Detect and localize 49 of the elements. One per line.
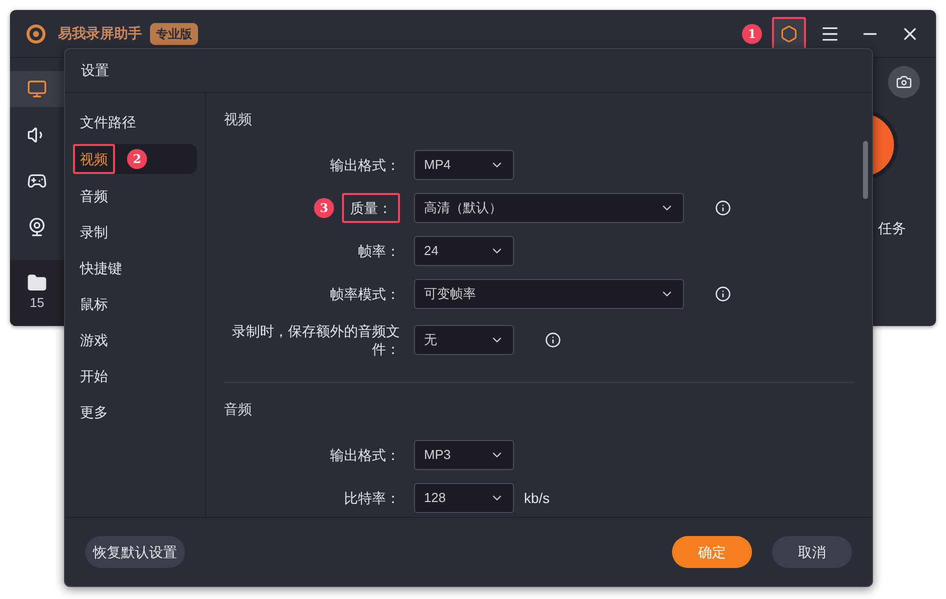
info-icon[interactable] [715, 200, 731, 216]
camera-button[interactable] [888, 66, 920, 98]
webcam-icon [27, 217, 47, 237]
app-title: 易我录屏助手 [58, 24, 142, 43]
dropdown-select[interactable]: 高清（默认） [414, 193, 684, 223]
cancel-button[interactable]: 取消 [772, 536, 852, 568]
hexagon-icon [780, 24, 798, 42]
settings-nav-item[interactable]: 更多 [73, 398, 197, 426]
section-title: 视频 [224, 110, 253, 129]
task-link[interactable]: 任务 [878, 218, 906, 239]
dropdown-select[interactable]: 24 [414, 236, 514, 266]
reset-defaults-button[interactable]: 恢复默认设置 [85, 536, 185, 568]
step-marker: 2 [127, 149, 147, 169]
folder-icon[interactable] [27, 273, 47, 294]
field-label: 输出格式： [330, 446, 400, 464]
settings-nav-item[interactable]: 文件路径 [73, 108, 197, 136]
info-icon[interactable] [715, 286, 731, 302]
settings-nav-item[interactable]: 音频 [73, 182, 197, 210]
scrollbar-thumb[interactable] [863, 141, 868, 199]
file-count: 15 [30, 294, 44, 312]
logo-icon [26, 24, 46, 44]
settings-nav-item[interactable]: 开始 [73, 362, 197, 390]
field-label: 输出格式： [330, 156, 400, 174]
info-icon[interactable] [545, 332, 561, 348]
field-label: 比特率： [344, 489, 400, 507]
section-title: 音频 [224, 400, 253, 419]
dropdown-select[interactable]: MP3 [414, 440, 514, 470]
field-label: 录制时，保存额外的音频文件： [231, 322, 400, 358]
step-marker: 3 [314, 198, 334, 218]
settings-button[interactable] [772, 16, 806, 50]
edition-badge: 专业版 [150, 22, 198, 44]
field-label: 帧率： [358, 242, 400, 260]
dropdown-select[interactable]: 可变帧率 [414, 279, 684, 309]
rail-tab[interactable] [10, 71, 64, 107]
settings-nav-item[interactable]: 游戏 [73, 326, 197, 354]
unit-label: kb/s [524, 488, 550, 508]
settings-nav-item[interactable]: 视频 2 [73, 144, 197, 174]
step-marker: 1 [742, 24, 762, 44]
settings-nav-item[interactable]: 录制 [73, 218, 197, 246]
dropdown-select[interactable]: 无 [414, 325, 514, 355]
settings-nav-item[interactable]: 快捷键 [73, 254, 197, 282]
screen-icon [27, 79, 47, 99]
settings-nav-item[interactable]: 鼠标 [73, 290, 197, 318]
field-label: 帧率模式： [330, 285, 400, 303]
dropdown-select[interactable]: MP4 [414, 150, 514, 180]
dropdown-select[interactable]: 128 [414, 483, 514, 513]
camera-icon [896, 74, 912, 90]
dialog-title: 设置 [81, 61, 109, 80]
field-label: 质量： [342, 193, 400, 223]
